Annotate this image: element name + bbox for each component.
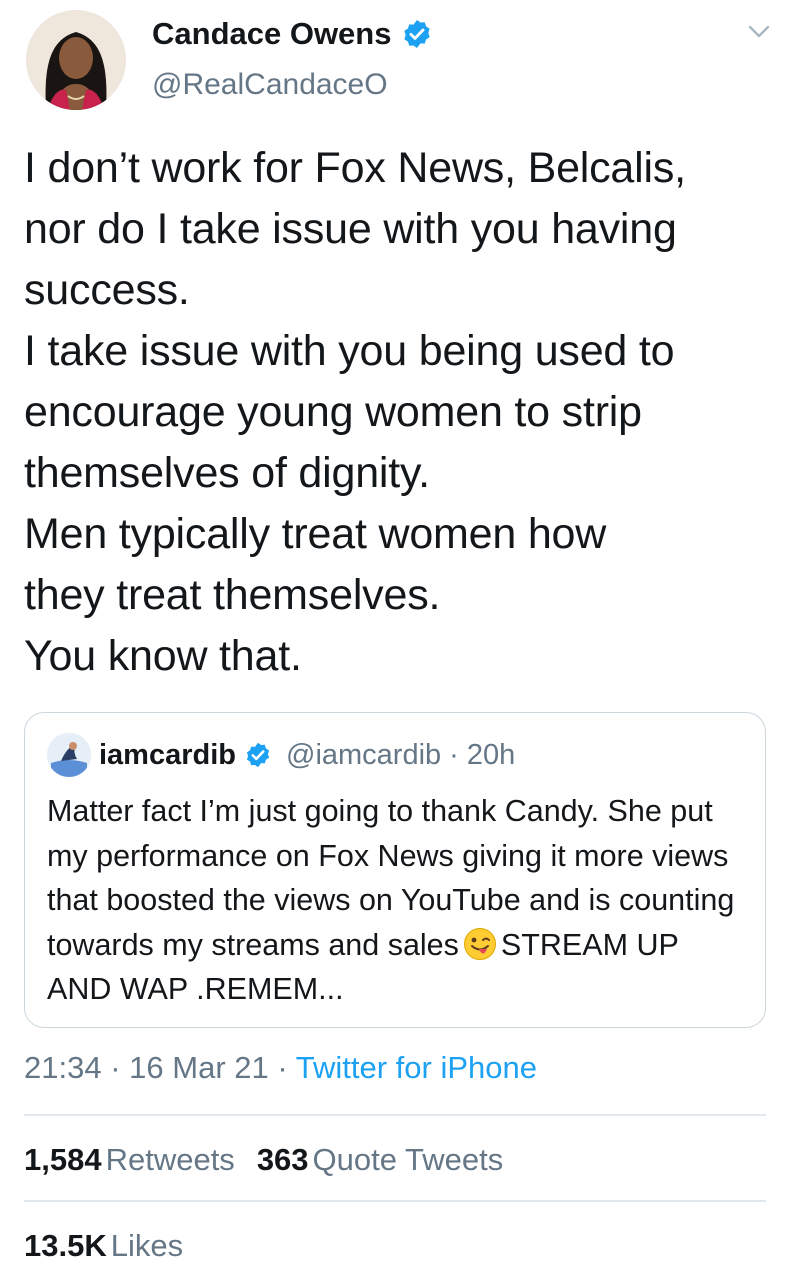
quoted-author-avatar [47,733,91,777]
quote-tweets-stat[interactable]: 363 Quote Tweets [257,1142,503,1177]
separator-dot: · [277,1050,288,1085]
tweet-date: 16 Mar 21 [129,1050,269,1085]
author-handle[interactable]: @RealCandaceO [152,68,388,102]
quote-tweets-count: 363 [256,1142,309,1177]
chevron-down-icon[interactable] [744,22,774,42]
winking-face-with-tongue-icon [463,927,497,961]
author-name-row: Candace Owens [152,16,433,52]
tweet-text: I don’t work for Fox News, Belcalis, nor… [24,144,686,680]
quoted-author-name[interactable]: iamcardib [99,739,236,772]
tweet-time: 21:34 [24,1050,102,1085]
quoted-author-handle[interactable]: @iamcardib [286,739,441,772]
author-avatar[interactable] [26,10,126,110]
divider [24,1200,766,1202]
quoted-tweet[interactable]: iamcardib @iamcardib · 20h Matter fact I… [24,712,766,1028]
tweet: Candace Owens @RealCandaceO I don’t work… [0,0,790,1280]
likes-count: 13.5K [24,1228,107,1263]
engagement-stats: 1,584 Retweets 363 Quote Tweets [24,1142,503,1178]
retweets-label: Retweets [105,1142,235,1177]
quoted-tweet-text: Matter fact I’m just going to thank Cand… [47,789,747,1012]
quoted-tweet-header: iamcardib @iamcardib · 20h [47,733,515,777]
tweet-metadata: 21:34 · 16 Mar 21 · Twitter for iPhone [24,1050,537,1086]
separator-dot: · [110,1050,121,1085]
likes-stat[interactable]: 13.5K Likes [24,1228,183,1264]
retweets-stat[interactable]: 1,584 Retweets [24,1142,235,1177]
retweets-count: 1,584 [24,1142,102,1177]
separator-dot: · [449,738,459,771]
likes-label: Likes [110,1228,184,1263]
verified-badge-icon [401,18,433,50]
quoted-tweet-time: 20h [466,738,516,771]
author-display-name[interactable]: Candace Owens [152,16,391,52]
verified-badge-icon [244,741,272,769]
quote-tweets-label: Quote Tweets [312,1142,504,1177]
tweet-source-link[interactable]: Twitter for iPhone [296,1050,537,1085]
divider [24,1114,766,1116]
